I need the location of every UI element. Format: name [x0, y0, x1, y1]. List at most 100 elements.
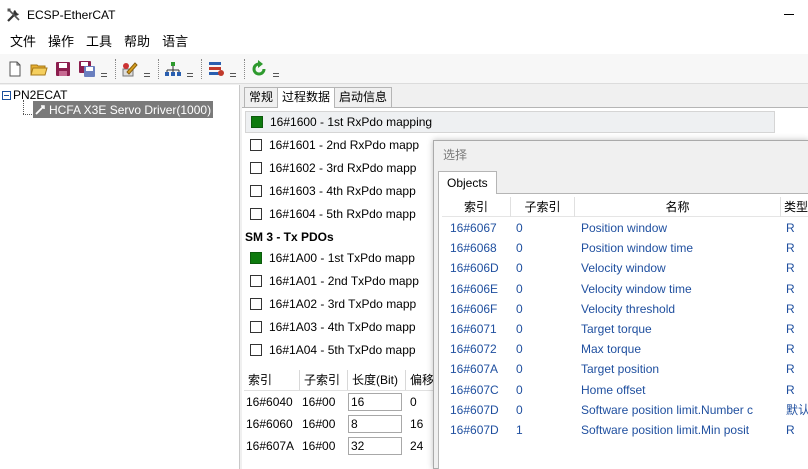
pdo-label: 16#1603 - 4th RxPdo mapp — [269, 184, 416, 198]
toolbar — [0, 54, 808, 84]
table-row[interactable]: 16#606F 0 Velocity threshold R — [442, 299, 808, 319]
pdo-checkbox[interactable] — [250, 321, 262, 333]
mapping-grid: 索引 子索引 长度(Bit) 偏移 16#6040 16#00 16 0 16#… — [244, 369, 444, 457]
refresh-button[interactable] — [248, 58, 270, 80]
length-input[interactable]: 16 — [348, 393, 402, 411]
edit-dropdown[interactable] — [143, 58, 151, 80]
cell-index: 16#606F — [450, 301, 498, 316]
pdo-checkbox[interactable] — [250, 162, 262, 174]
col-length[interactable]: 长度(Bit) — [348, 369, 406, 390]
save-button[interactable] — [52, 58, 74, 80]
network-icon — [165, 61, 181, 76]
menu-help[interactable]: 帮助 — [118, 31, 156, 53]
pdo-checkbox[interactable] — [250, 185, 262, 197]
cell-name: Target torque — [581, 322, 652, 337]
device-node-icon — [35, 104, 45, 115]
pdo-checkbox[interactable] — [250, 298, 262, 310]
toolbar-separator — [244, 58, 245, 79]
toolbar-separator — [158, 58, 159, 79]
cell-index: 16#6040 — [246, 395, 293, 409]
col-name[interactable]: 名称 — [575, 197, 781, 217]
collapse-icon[interactable] — [2, 90, 11, 100]
pdo-checkbox[interactable] — [250, 344, 262, 356]
grid-header: 索引 子索引 长度(Bit) 偏移 — [244, 369, 444, 391]
tab-startup[interactable]: 启动信息 — [334, 87, 393, 107]
tab-process-data[interactable]: 过程数据 — [277, 87, 336, 108]
table-row[interactable]: 16#607D 1 Software position limit.Min posi… — [442, 420, 808, 440]
new-file-button[interactable] — [4, 58, 26, 80]
col-index[interactable]: 索引 — [244, 369, 300, 390]
table-row[interactable]: 16#6060 16#00 8 16 — [244, 413, 444, 435]
pdo-checkbox[interactable] — [250, 252, 262, 264]
sm3-header: SM 3 - Tx PDOs — [245, 230, 334, 244]
tree-item-servo-driver[interactable]: HCFA X3E Servo Driver(1000) — [33, 101, 214, 118]
device-tabs: 常规 过程数据 启动信息 — [244, 87, 393, 108]
edit-button[interactable] — [119, 58, 141, 80]
menu-language[interactable]: 语言 — [156, 31, 194, 53]
table-row[interactable]: 16#607C 0 Home offset R — [442, 380, 808, 400]
cell-type: R — [786, 422, 795, 437]
col-subindex[interactable]: 子索引 — [511, 197, 575, 217]
network-dropdown[interactable] — [186, 58, 194, 80]
cell-type: R — [786, 322, 795, 337]
table-row[interactable]: 16#6067 0 Position window R — [442, 218, 808, 238]
cell-index: 16#606E — [450, 281, 499, 296]
cell-subindex: 0 — [516, 362, 523, 377]
pdo-row[interactable]: 16#1600 - 1st RxPdo mapping — [245, 111, 775, 133]
col-index[interactable]: 索引 — [442, 197, 511, 217]
col-type[interactable]: 类型 — [781, 197, 808, 217]
edit-icon — [122, 61, 138, 76]
cell-index: 16#607C — [450, 382, 499, 397]
table-row[interactable]: 16#606D 0 Velocity window R — [442, 258, 808, 278]
pdo-label: 16#1A04 - 5th TxPdo mapp — [269, 343, 416, 357]
table-row[interactable]: 16#6071 0 Target torque R — [442, 319, 808, 339]
menu-file[interactable]: 文件 — [4, 31, 42, 53]
device-dropdown[interactable] — [229, 58, 237, 80]
cell-name: Max torque — [581, 342, 642, 357]
cell-name: Velocity window time — [581, 281, 692, 296]
tree-connector — [23, 100, 24, 114]
save-icon — [56, 61, 70, 76]
object-select-dialog: 选择 Objects 索引 子索引 名称 类型 16#6067 0 Position… — [433, 140, 808, 469]
open-button[interactable] — [28, 58, 50, 80]
pdo-label: 16#1A01 - 2nd TxPdo mapp — [269, 274, 419, 288]
table-row[interactable]: 16#6072 0 Max torque R — [442, 339, 808, 359]
pdo-checkbox[interactable] — [250, 275, 262, 287]
refresh-dropdown[interactable] — [272, 58, 280, 80]
table-row[interactable]: 16#607A 0 Target position R — [442, 359, 808, 379]
table-row[interactable]: 16#607D 0 Software position limit.Number c… — [442, 400, 808, 420]
menu-operation[interactable]: 操作 — [42, 31, 80, 53]
cell-index: 16#607D — [450, 402, 499, 417]
pdo-label: 16#1600 - 1st RxPdo mapping — [270, 115, 433, 129]
cell-subindex: 16#00 — [302, 417, 336, 431]
save-as-button[interactable] — [76, 58, 98, 80]
pdo-checkbox[interactable] — [250, 208, 262, 220]
table-row[interactable]: 16#6068 0 Position window time R — [442, 238, 808, 258]
cell-name: Velocity threshold — [581, 301, 676, 316]
cell-index: 16#607A — [246, 439, 295, 453]
length-input[interactable]: 8 — [348, 415, 402, 433]
open-folder-icon — [30, 64, 48, 75]
device-tree: PN2ECAT HCFA X3E Servo Driver(1000) — [0, 85, 240, 469]
length-input[interactable]: 32 — [348, 437, 402, 455]
device-config-button[interactable] — [205, 58, 227, 80]
pdo-label: 16#1602 - 3rd RxPdo mapp — [269, 161, 417, 175]
refresh-icon — [252, 59, 266, 75]
pdo-label: 16#1A02 - 3rd TxPdo mapp — [269, 297, 417, 311]
table-row[interactable]: 16#6040 16#00 16 0 — [244, 391, 444, 413]
minimize-button[interactable] — [772, 8, 808, 22]
tab-objects[interactable]: Objects — [438, 171, 497, 194]
cell-offset: 24 — [410, 439, 424, 453]
network-button[interactable] — [162, 58, 184, 80]
pdo-checkbox[interactable] — [251, 116, 263, 128]
col-subindex[interactable]: 子索引 — [300, 369, 348, 390]
pdo-label: 16#1A03 - 4th TxPdo mapp — [269, 320, 416, 334]
table-row[interactable]: 16#606E 0 Velocity window time R — [442, 279, 808, 299]
save-dropdown[interactable] — [100, 58, 108, 80]
table-row[interactable]: 16#607A 16#00 32 24 — [244, 435, 444, 457]
tab-general[interactable]: 常规 — [244, 87, 279, 107]
cell-index: 16#607A — [450, 362, 499, 377]
cell-type: R — [786, 382, 795, 397]
pdo-checkbox[interactable] — [250, 139, 262, 151]
menu-tools[interactable]: 工具 — [80, 31, 118, 53]
